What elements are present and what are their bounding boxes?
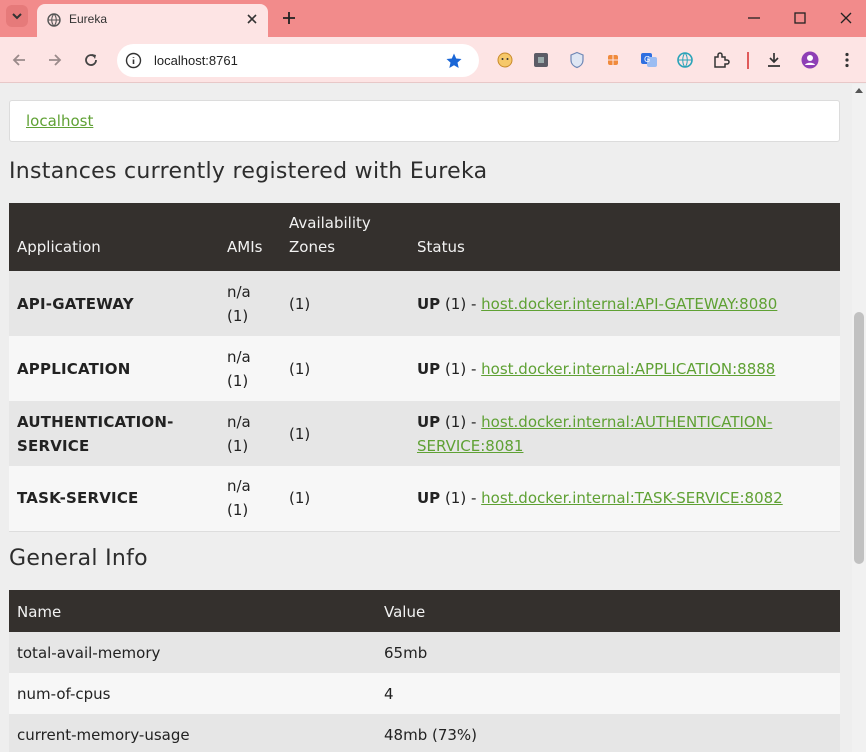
application-name: TASK-SERVICE — [17, 489, 139, 508]
status-count: (1) - — [440, 412, 482, 431]
menu-dots-icon[interactable] — [838, 51, 856, 69]
maximize-icon[interactable] — [792, 10, 808, 26]
window-close-icon[interactable] — [838, 10, 854, 26]
col-availability-zones: Availability Zones — [281, 203, 409, 271]
host-panel: localhost — [9, 100, 840, 142]
status-cell: UP (1) - host.docker.internal:TASK-SERVI… — [409, 466, 840, 531]
table-row: APPLICATION n/a (1) (1) UP (1) - host.do… — [9, 336, 840, 401]
status-cell: UP (1) - host.docker.internal:API-GATEWA… — [409, 271, 840, 336]
extensions-puzzle-icon[interactable] — [712, 51, 730, 69]
zones-value: (1) — [289, 359, 311, 378]
instances-heading: Instances currently registered with Eure… — [9, 159, 488, 184]
extension-shield-icon[interactable] — [568, 51, 586, 69]
info-value: 48mb (73%) — [384, 725, 478, 744]
instance-link[interactable]: host.docker.internal:APPLICATION:8888 — [481, 360, 775, 378]
profile-avatar-icon[interactable] — [801, 51, 819, 69]
zones-value: (1) — [289, 294, 311, 313]
status-up: UP — [417, 359, 441, 378]
table-row: total-avail-memory 65mb — [9, 632, 840, 673]
general-header-row: Name Value — [9, 590, 840, 632]
application-name: APPLICATION — [17, 359, 131, 378]
info-value: 65mb — [384, 643, 428, 662]
info-name: num-of-cpus — [17, 684, 111, 703]
page-content: localhost Instances currently registered… — [0, 84, 852, 752]
status-up: UP — [417, 489, 441, 508]
tab-search-button[interactable] — [6, 5, 28, 27]
download-icon[interactable] — [765, 51, 783, 69]
status-cell: UP (1) - host.docker.internal:AUTHENTICA… — [409, 401, 840, 466]
status-up: UP — [417, 294, 441, 313]
browser-tab-bar: Eureka — [0, 0, 866, 37]
new-tab-icon[interactable] — [280, 9, 298, 27]
browser-toolbar: localhost:8761 G — [0, 37, 866, 83]
extension-web-icon[interactable] — [676, 51, 694, 69]
zones-value: (1) — [289, 424, 311, 443]
table-row: API-GATEWAY n/a (1) (1) UP (1) - host.do… — [9, 271, 840, 336]
extension-grid-icon[interactable] — [604, 51, 622, 69]
bookmark-star-icon[interactable] — [445, 52, 463, 70]
col-status: Status — [409, 203, 840, 271]
zones-value: (1) — [289, 489, 311, 508]
application-name: API-GATEWAY — [17, 294, 134, 313]
host-link[interactable]: localhost — [26, 112, 93, 130]
info-name: current-memory-usage — [17, 725, 190, 744]
instances-table: Application AMIs Availability Zones Stat… — [9, 203, 840, 532]
translate-icon[interactable]: G — [640, 51, 658, 69]
info-name: total-avail-memory — [17, 643, 161, 662]
toolbar-divider — [747, 52, 749, 69]
status-count: (1) - — [440, 294, 482, 313]
browser-tab[interactable]: Eureka — [37, 4, 268, 37]
tab-title: Eureka — [69, 12, 108, 26]
scroll-up-arrow-icon[interactable] — [855, 88, 863, 93]
table-row: TASK-SERVICE n/a (1) (1) UP (1) - host.d… — [9, 466, 840, 531]
general-info-heading: General Info — [9, 546, 148, 571]
reload-icon[interactable] — [82, 51, 100, 69]
svg-text:G: G — [644, 55, 650, 64]
col-name: Name — [9, 590, 376, 632]
forward-arrow-icon[interactable] — [46, 51, 64, 69]
table-row: AUTHENTICATION-SERVICE n/a (1) (1) UP (1… — [9, 401, 840, 466]
status-count: (1) - — [440, 489, 482, 508]
info-value: 4 — [384, 684, 394, 703]
amis-value: n/a (1) — [227, 282, 251, 325]
col-value: Value — [376, 590, 840, 632]
instance-link[interactable]: host.docker.internal:API-GATEWAY:8080 — [481, 295, 777, 313]
table-row: num-of-cpus 4 — [9, 673, 840, 714]
address-bar[interactable]: localhost:8761 — [117, 44, 479, 77]
status-cell: UP (1) - host.docker.internal:APPLICATIO… — [409, 336, 840, 401]
col-application: Application — [9, 203, 219, 271]
globe-icon — [47, 13, 61, 27]
page-scrollbar[interactable] — [852, 84, 866, 752]
extension-box-icon[interactable] — [532, 51, 550, 69]
table-row: current-memory-usage 48mb (73%) — [9, 714, 840, 752]
amis-value: n/a (1) — [227, 477, 251, 520]
close-tab-icon[interactable] — [245, 12, 259, 26]
url-text: localhost:8761 — [154, 53, 238, 68]
amis-value: n/a (1) — [227, 412, 251, 455]
status-up: UP — [417, 412, 441, 431]
back-arrow-icon[interactable] — [10, 51, 28, 69]
application-name: AUTHENTICATION-SERVICE — [17, 412, 174, 455]
amis-value: n/a (1) — [227, 347, 251, 390]
minimize-icon[interactable] — [746, 10, 762, 26]
chevron-down-icon — [12, 13, 22, 20]
instance-link[interactable]: host.docker.internal:TASK-SERVICE:8082 — [481, 489, 783, 507]
instances-header-row: Application AMIs Availability Zones Stat… — [9, 203, 840, 271]
status-count: (1) - — [440, 359, 482, 378]
scrollbar-thumb[interactable] — [854, 312, 864, 564]
general-info-table: Name Value total-avail-memory 65mb num-o… — [9, 590, 840, 752]
extension-face-icon[interactable] — [496, 51, 514, 69]
site-info-icon[interactable] — [125, 52, 142, 69]
col-amis: AMIs — [219, 203, 281, 271]
